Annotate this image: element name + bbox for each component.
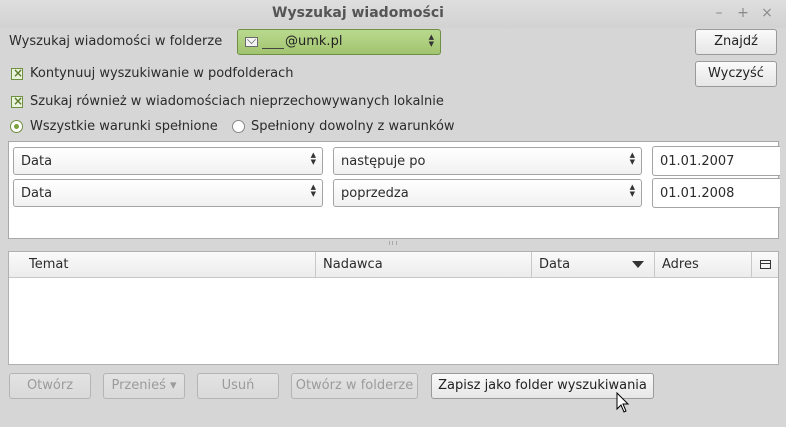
maximize-button[interactable]: + bbox=[735, 5, 751, 21]
criteria-operator-value: następuje po bbox=[341, 154, 426, 169]
clear-button-label: Wyczyść bbox=[708, 66, 764, 81]
open-button[interactable]: Otwórz bbox=[9, 373, 91, 399]
delete-button-label: Usuń bbox=[221, 378, 255, 393]
criteria-operator-select[interactable]: poprzedza ▲ ▼ bbox=[333, 179, 642, 207]
open-button-label: Otwórz bbox=[26, 378, 74, 393]
nonlocal-label: Szukaj również w wiadomościach nieprzech… bbox=[30, 94, 444, 109]
pane-splitter-grip[interactable] bbox=[389, 241, 397, 245]
minimize-button[interactable]: – bbox=[711, 5, 727, 21]
column-header-label: Temat bbox=[29, 257, 69, 272]
column-header-label: Adres bbox=[662, 257, 699, 272]
column-header-date[interactable]: Data bbox=[532, 252, 655, 278]
spinner-arrows-icon: ▲ ▼ bbox=[310, 183, 316, 198]
radio-all-conditions[interactable] bbox=[10, 120, 23, 133]
window-title: Wyszukaj wiadomości bbox=[272, 5, 444, 21]
criteria-value-text: 01.01.2007 bbox=[660, 154, 735, 169]
delete-button[interactable]: Usuń bbox=[197, 373, 279, 399]
radio-all-label: Wszystkie warunki spełnione bbox=[30, 119, 218, 134]
find-button-label: Znajdź bbox=[714, 34, 758, 49]
criteria-list: Data ▲ ▼ następuje po ▲ ▼ 01.01.2007 Data … bbox=[8, 141, 780, 239]
sort-descending-icon bbox=[632, 261, 644, 268]
spinner-arrows-icon: ▲ ▼ bbox=[629, 183, 635, 198]
nonlocal-checkbox[interactable] bbox=[11, 94, 23, 108]
column-header-address[interactable]: Adres bbox=[655, 252, 752, 278]
folder-name-blank bbox=[262, 48, 284, 49]
criteria-operator-value: poprzedza bbox=[341, 186, 409, 201]
criteria-field-select[interactable]: Data ▲ ▼ bbox=[13, 179, 323, 207]
move-button-label: Przenieś ▾ bbox=[111, 378, 177, 393]
folder-select[interactable]: @umk.pl ▲ ▼ bbox=[237, 29, 441, 55]
open-in-folder-button[interactable]: Otwórz w folderze bbox=[291, 373, 418, 399]
column-picker-button[interactable] bbox=[752, 252, 778, 278]
radio-any-condition[interactable] bbox=[232, 120, 245, 133]
spinner-arrows-icon: ▲ ▼ bbox=[428, 33, 434, 48]
criteria-value-field[interactable]: 01.01.2008 bbox=[652, 178, 780, 208]
column-header-label: Nadawca bbox=[323, 257, 383, 272]
criteria-value-field[interactable]: 01.01.2007 bbox=[652, 146, 780, 176]
save-as-search-folder-button-label: Zapisz jako folder wyszukiwania bbox=[438, 378, 647, 393]
folder-select-value: @umk.pl bbox=[285, 34, 343, 49]
close-button[interactable]: × bbox=[759, 5, 775, 21]
open-in-folder-button-label: Otwórz w folderze bbox=[295, 378, 414, 393]
folder-label: Wyszukaj wiadomości w folderze bbox=[9, 34, 223, 49]
criteria-value-text: 01.01.2008 bbox=[660, 186, 735, 201]
criteria-field-value: Data bbox=[21, 186, 53, 201]
column-header-subject[interactable]: Temat bbox=[9, 252, 316, 278]
spinner-arrows-icon: ▲ ▼ bbox=[310, 151, 316, 166]
criteria-operator-select[interactable]: następuje po ▲ ▼ bbox=[333, 147, 642, 175]
clear-button[interactable]: Wyczyść bbox=[695, 61, 777, 87]
column-picker-icon bbox=[760, 260, 771, 269]
radio-any-label: Spełniony dowolny z warunków bbox=[251, 119, 455, 134]
envelope-icon bbox=[245, 37, 258, 47]
mouse-pointer-icon bbox=[616, 392, 630, 413]
results-table: Temat Nadawca Data Adres bbox=[8, 251, 779, 365]
column-header-sender[interactable]: Nadawca bbox=[316, 252, 532, 278]
find-button[interactable]: Znajdź bbox=[695, 29, 777, 55]
subfolders-label: Kontynuuj wyszukiwanie w podfolderach bbox=[30, 66, 294, 81]
move-button[interactable]: Przenieś ▾ bbox=[103, 373, 185, 399]
subfolders-checkbox[interactable] bbox=[11, 66, 23, 80]
criteria-field-select[interactable]: Data ▲ ▼ bbox=[13, 147, 323, 175]
criteria-field-value: Data bbox=[21, 154, 53, 169]
spinner-arrows-icon: ▲ ▼ bbox=[629, 151, 635, 166]
column-header-label: Data bbox=[539, 257, 571, 272]
